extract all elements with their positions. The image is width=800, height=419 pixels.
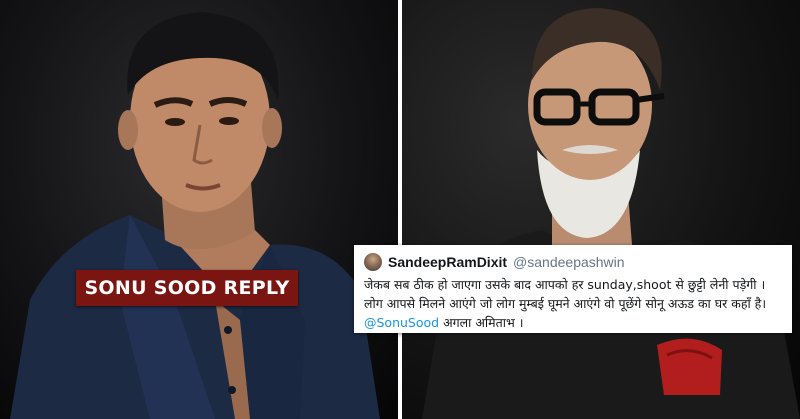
- tweet-text: जेकब सब ठीक हो जाएगा उसके बाद आपको हर su…: [364, 275, 784, 332]
- left-photo-panel: SONU SOOD REPLY: [0, 0, 398, 419]
- tweet-text-main: जेकब सब ठीक हो जाएगा उसके बाद आपको हर su…: [364, 277, 767, 311]
- avatar[interactable]: [364, 253, 382, 271]
- tweet-display-name[interactable]: SandeepRamDixit: [388, 254, 507, 270]
- sonu-sood-photo: [10, 12, 380, 419]
- reply-label: SONU SOOD REPLY: [76, 270, 298, 306]
- tweet-mention-link[interactable]: @SonuSood: [364, 315, 439, 330]
- amitabh-bachchan-photo: [422, 8, 800, 419]
- tweet-handle[interactable]: @sandeepashwin: [513, 254, 625, 270]
- right-photo-panel: [402, 0, 800, 419]
- tweet-card[interactable]: SandeepRamDixit @sandeepashwin जेकब सब ठ…: [354, 245, 792, 333]
- tweet-text-end: अगला अमिताभ ।: [443, 315, 524, 330]
- tweet-header: SandeepRamDixit @sandeepashwin: [364, 251, 784, 273]
